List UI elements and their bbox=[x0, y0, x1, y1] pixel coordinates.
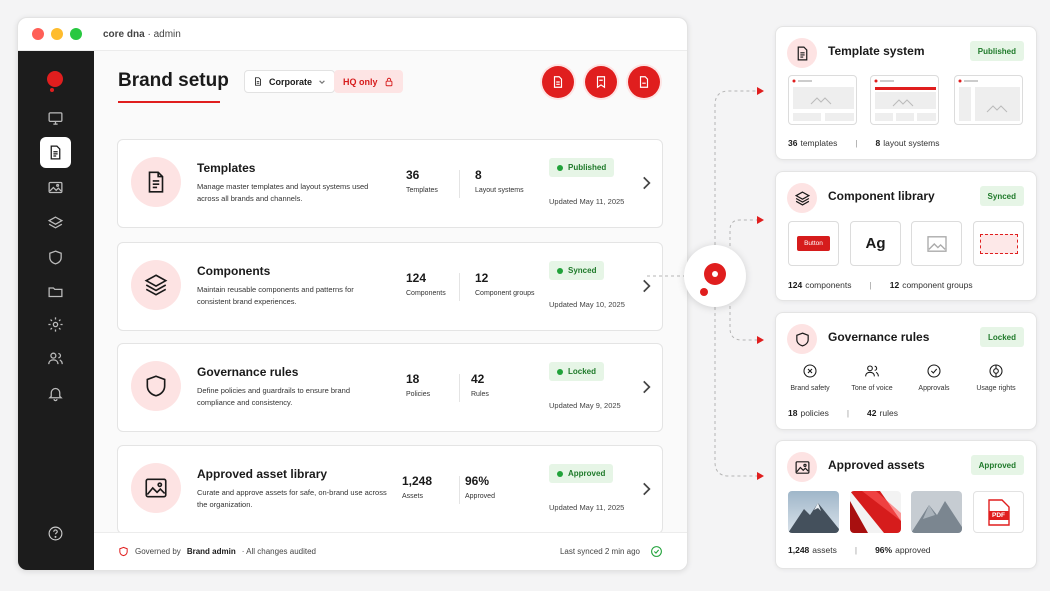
template-system-panel[interactable]: Template system Published 36 templates | … bbox=[775, 26, 1037, 160]
typography-component-tile[interactable]: Ag bbox=[850, 221, 901, 266]
panel-title: Approved assets bbox=[828, 458, 925, 472]
panel-stats: 36 templates | 8 layout systems bbox=[788, 138, 940, 148]
pdf-label: PDF bbox=[992, 512, 1005, 519]
panel-title: Governance rules bbox=[828, 330, 930, 344]
rule-tone-of-voice[interactable]: Tone of voice bbox=[842, 363, 902, 392]
document-icon bbox=[797, 46, 807, 60]
rule-usage-rights[interactable]: Usage rights bbox=[966, 363, 1026, 392]
panel-stats: 18 policies | 42 rules bbox=[788, 408, 898, 418]
container-component-tile[interactable] bbox=[973, 221, 1024, 266]
usage-rights-icon bbox=[989, 364, 1003, 378]
layers-icon bbox=[794, 190, 810, 206]
governance-rules-panel[interactable]: Governance rules Locked Brand safety Ton… bbox=[775, 312, 1037, 430]
core-hub bbox=[684, 245, 746, 307]
component-library-panel[interactable]: Component library Synced Button Ag 124 co… bbox=[775, 171, 1037, 301]
rule-brand-safety[interactable]: Brand safety bbox=[780, 363, 840, 392]
arrow-head bbox=[757, 336, 764, 344]
status-badge: Locked bbox=[979, 327, 1024, 347]
dashed-container bbox=[979, 233, 1018, 254]
arrow-head bbox=[757, 472, 764, 480]
panel-stats: 124 components | 12 component groups bbox=[788, 280, 973, 290]
rule-approvals[interactable]: Approvals bbox=[904, 363, 964, 392]
image-placeholder-icon bbox=[926, 235, 947, 252]
template-thumbnail[interactable] bbox=[954, 75, 1023, 125]
asset-thumbnail-peaks[interactable] bbox=[911, 491, 962, 533]
status-badge: Published bbox=[969, 41, 1024, 61]
status-badge: Synced bbox=[979, 186, 1024, 206]
image-component-tile[interactable] bbox=[911, 221, 962, 266]
arrow-head bbox=[757, 87, 764, 95]
shield-icon bbox=[795, 331, 809, 346]
asset-thumbnail-abstract-red[interactable] bbox=[850, 491, 901, 533]
check-circle-icon bbox=[927, 364, 941, 378]
template-thumbnail[interactable] bbox=[870, 75, 939, 125]
asset-thumbnail-pdf[interactable]: PDF bbox=[973, 491, 1024, 533]
approved-assets-panel[interactable]: Approved assets Approved PDF 1,248 assets… bbox=[775, 440, 1037, 569]
arrow-head bbox=[757, 216, 764, 224]
x-circle-icon bbox=[803, 364, 817, 378]
asset-thumbnail-mountain[interactable] bbox=[788, 491, 839, 533]
status-badge: Approved bbox=[970, 455, 1024, 475]
button-component-tile[interactable]: Button bbox=[788, 221, 839, 266]
panel-stats: 1,248 assets | 96% approved bbox=[788, 545, 931, 555]
type-sample: Ag bbox=[865, 235, 886, 252]
image-icon bbox=[795, 460, 809, 474]
users-icon bbox=[865, 365, 879, 377]
template-thumbnail[interactable] bbox=[788, 75, 857, 125]
sample-button: Button bbox=[797, 236, 830, 251]
panel-title: Template system bbox=[828, 44, 925, 58]
panel-title: Component library bbox=[828, 189, 935, 203]
